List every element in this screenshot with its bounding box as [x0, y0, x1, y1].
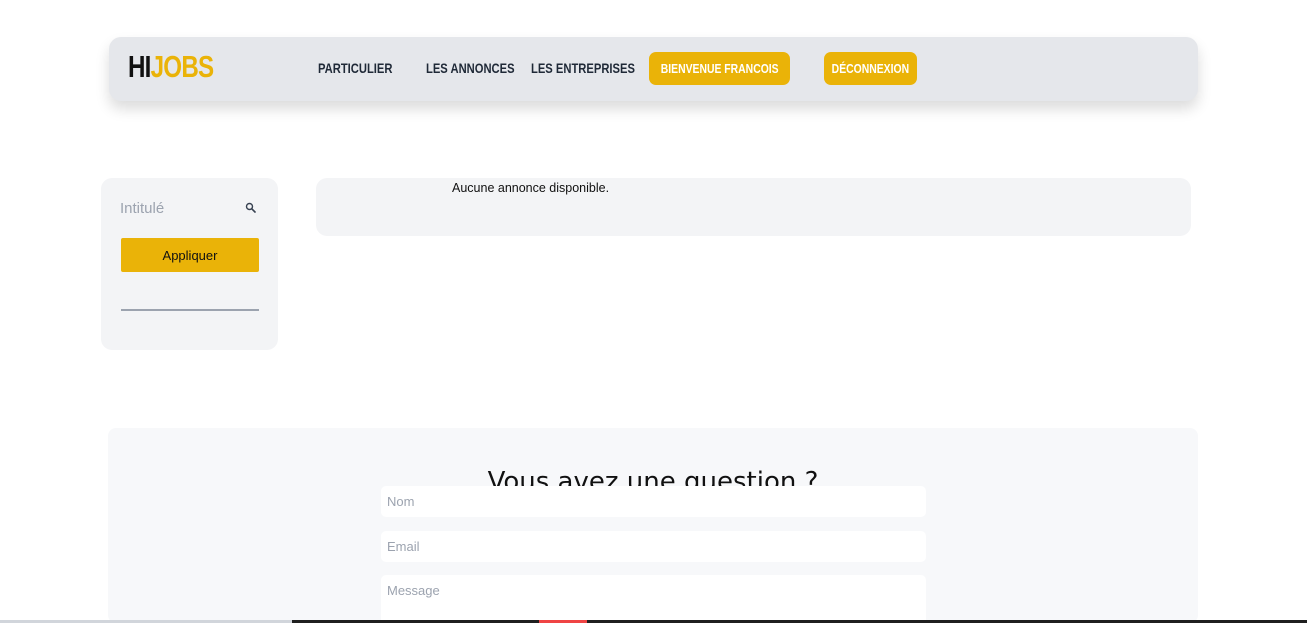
welcome-user-label: BIENVENUE FRANCOIS: [660, 61, 779, 76]
email-field[interactable]: [381, 531, 926, 562]
filter-sidebar: Appliquer: [101, 178, 278, 350]
logout-button[interactable]: DÉCONNEXION: [824, 52, 917, 85]
contact-section: Vous avez une question ?: [108, 428, 1198, 635]
job-listings-panel: Aucune annonce disponible.: [316, 178, 1191, 236]
apply-filters-button[interactable]: Appliquer: [121, 238, 259, 272]
logo-part-hi: HI: [128, 49, 151, 84]
logout-label: DÉCONNEXION: [831, 61, 910, 76]
job-title-search-input[interactable]: [120, 195, 240, 221]
top-navbar: HIJOBS PARTICULIER LES ANNONCES LES ENTR…: [109, 37, 1198, 101]
nav-link-entreprises[interactable]: LES ENTREPRISES: [531, 59, 635, 77]
site-logo[interactable]: HIJOBS: [128, 49, 215, 84]
name-field[interactable]: [381, 486, 926, 517]
search-icon[interactable]: [245, 202, 257, 214]
message-field[interactable]: [381, 575, 926, 635]
no-listings-message: Aucune annonce disponible.: [452, 181, 610, 195]
nav-link-annonces[interactable]: LES ANNONCES: [426, 59, 515, 77]
logo-part-jobs: JOBS: [150, 49, 215, 84]
sidebar-divider: [121, 309, 259, 311]
welcome-user-button[interactable]: BIENVENUE FRANCOIS: [649, 52, 790, 85]
nav-link-particulier[interactable]: PARTICULIER: [318, 59, 392, 77]
